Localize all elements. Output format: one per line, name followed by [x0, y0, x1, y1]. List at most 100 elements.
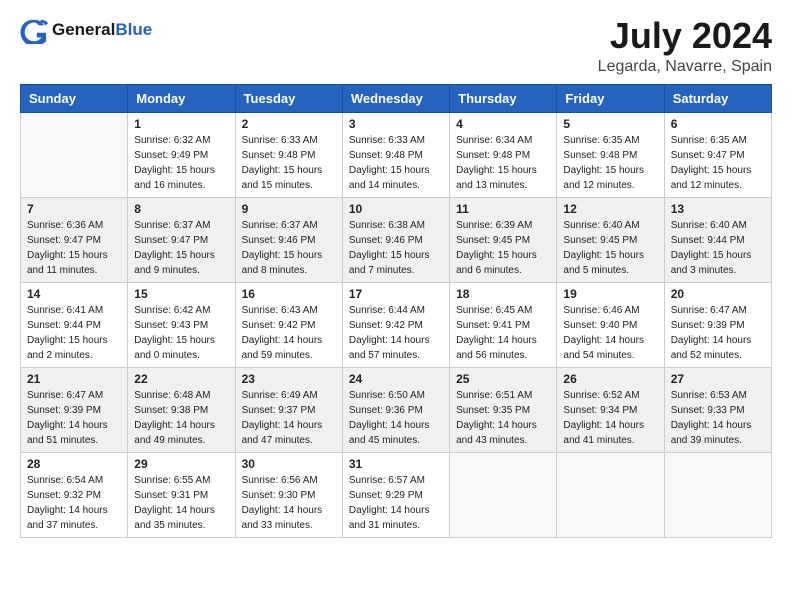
day-number: 10	[349, 202, 443, 216]
table-row: 16 Sunrise: 6:43 AM Sunset: 9:42 PM Dayl…	[235, 282, 342, 367]
table-row: 26 Sunrise: 6:52 AM Sunset: 9:34 PM Dayl…	[557, 367, 664, 452]
logo-icon	[20, 16, 48, 44]
table-row: 10 Sunrise: 6:38 AM Sunset: 9:46 PM Dayl…	[342, 197, 449, 282]
table-row: 22 Sunrise: 6:48 AM Sunset: 9:38 PM Dayl…	[128, 367, 235, 452]
day-sunset: Sunset: 9:45 PM	[563, 235, 637, 246]
day-sunset: Sunset: 9:42 PM	[349, 320, 423, 331]
day-sunrise: Sunrise: 6:47 AM	[671, 305, 747, 316]
day-sunset: Sunset: 9:39 PM	[671, 320, 745, 331]
table-row: 30 Sunrise: 6:56 AM Sunset: 9:30 PM Dayl…	[235, 452, 342, 537]
day-sunset: Sunset: 9:35 PM	[456, 405, 530, 416]
day-sunset: Sunset: 9:48 PM	[563, 150, 637, 161]
day-number: 9	[242, 202, 336, 216]
day-sunrise: Sunrise: 6:37 AM	[242, 220, 318, 231]
day-sunset: Sunset: 9:41 PM	[456, 320, 530, 331]
table-row: 7 Sunrise: 6:36 AM Sunset: 9:47 PM Dayli…	[21, 197, 128, 282]
day-daylight: Daylight: 14 hours and 57 minutes.	[349, 335, 430, 361]
header-friday: Friday	[557, 84, 664, 112]
table-row: 23 Sunrise: 6:49 AM Sunset: 9:37 PM Dayl…	[235, 367, 342, 452]
table-row: 25 Sunrise: 6:51 AM Sunset: 9:35 PM Dayl…	[450, 367, 557, 452]
day-number: 12	[563, 202, 657, 216]
day-number: 15	[134, 287, 228, 301]
day-sunrise: Sunrise: 6:37 AM	[134, 220, 210, 231]
calendar-title: July 2024	[598, 16, 772, 56]
logo: General Blue	[20, 16, 152, 44]
day-number: 31	[349, 457, 443, 471]
day-daylight: Daylight: 14 hours and 33 minutes.	[242, 505, 323, 531]
day-sunset: Sunset: 9:31 PM	[134, 490, 208, 501]
table-row	[450, 452, 557, 537]
day-daylight: Daylight: 15 hours and 7 minutes.	[349, 250, 430, 276]
day-sunset: Sunset: 9:48 PM	[456, 150, 530, 161]
day-daylight: Daylight: 15 hours and 11 minutes.	[27, 250, 108, 276]
header-sunday: Sunday	[21, 84, 128, 112]
table-row: 12 Sunrise: 6:40 AM Sunset: 9:45 PM Dayl…	[557, 197, 664, 282]
table-row: 29 Sunrise: 6:55 AM Sunset: 9:31 PM Dayl…	[128, 452, 235, 537]
day-sunrise: Sunrise: 6:35 AM	[563, 135, 639, 146]
table-row: 14 Sunrise: 6:41 AM Sunset: 9:44 PM Dayl…	[21, 282, 128, 367]
day-sunset: Sunset: 9:49 PM	[134, 150, 208, 161]
day-number: 22	[134, 372, 228, 386]
day-daylight: Daylight: 14 hours and 45 minutes.	[349, 420, 430, 446]
table-row: 1 Sunrise: 6:32 AM Sunset: 9:49 PM Dayli…	[128, 112, 235, 197]
day-daylight: Daylight: 15 hours and 0 minutes.	[134, 335, 215, 361]
day-daylight: Daylight: 15 hours and 16 minutes.	[134, 165, 215, 191]
table-row	[21, 112, 128, 197]
day-sunrise: Sunrise: 6:35 AM	[671, 135, 747, 146]
day-sunset: Sunset: 9:47 PM	[27, 235, 101, 246]
day-sunset: Sunset: 9:32 PM	[27, 490, 101, 501]
table-row: 20 Sunrise: 6:47 AM Sunset: 9:39 PM Dayl…	[664, 282, 771, 367]
day-daylight: Daylight: 15 hours and 3 minutes.	[671, 250, 752, 276]
calendar-header-row: Sunday Monday Tuesday Wednesday Thursday…	[21, 84, 772, 112]
table-row: 11 Sunrise: 6:39 AM Sunset: 9:45 PM Dayl…	[450, 197, 557, 282]
day-sunrise: Sunrise: 6:43 AM	[242, 305, 318, 316]
day-number: 8	[134, 202, 228, 216]
day-daylight: Daylight: 14 hours and 43 minutes.	[456, 420, 537, 446]
day-sunrise: Sunrise: 6:56 AM	[242, 475, 318, 486]
day-number: 2	[242, 117, 336, 131]
header-wednesday: Wednesday	[342, 84, 449, 112]
day-number: 19	[563, 287, 657, 301]
day-sunset: Sunset: 9:43 PM	[134, 320, 208, 331]
day-daylight: Daylight: 14 hours and 51 minutes.	[27, 420, 108, 446]
day-sunrise: Sunrise: 6:45 AM	[456, 305, 532, 316]
day-sunset: Sunset: 9:29 PM	[349, 490, 423, 501]
day-daylight: Daylight: 14 hours and 54 minutes.	[563, 335, 644, 361]
day-number: 11	[456, 202, 550, 216]
calendar-table: Sunday Monday Tuesday Wednesday Thursday…	[20, 84, 772, 538]
day-sunrise: Sunrise: 6:41 AM	[27, 305, 103, 316]
day-number: 1	[134, 117, 228, 131]
day-daylight: Daylight: 15 hours and 12 minutes.	[671, 165, 752, 191]
day-sunset: Sunset: 9:46 PM	[242, 235, 316, 246]
day-sunrise: Sunrise: 6:36 AM	[27, 220, 103, 231]
day-daylight: Daylight: 15 hours and 9 minutes.	[134, 250, 215, 276]
day-number: 24	[349, 372, 443, 386]
day-number: 5	[563, 117, 657, 131]
day-sunrise: Sunrise: 6:38 AM	[349, 220, 425, 231]
calendar-week-row: 28 Sunrise: 6:54 AM Sunset: 9:32 PM Dayl…	[21, 452, 772, 537]
table-row: 27 Sunrise: 6:53 AM Sunset: 9:33 PM Dayl…	[664, 367, 771, 452]
day-sunset: Sunset: 9:47 PM	[671, 150, 745, 161]
day-sunrise: Sunrise: 6:47 AM	[27, 390, 103, 401]
day-sunset: Sunset: 9:36 PM	[349, 405, 423, 416]
day-sunrise: Sunrise: 6:34 AM	[456, 135, 532, 146]
day-sunrise: Sunrise: 6:50 AM	[349, 390, 425, 401]
day-number: 7	[27, 202, 121, 216]
table-row: 4 Sunrise: 6:34 AM Sunset: 9:48 PM Dayli…	[450, 112, 557, 197]
day-daylight: Daylight: 14 hours and 47 minutes.	[242, 420, 323, 446]
day-sunset: Sunset: 9:42 PM	[242, 320, 316, 331]
header-tuesday: Tuesday	[235, 84, 342, 112]
day-sunrise: Sunrise: 6:55 AM	[134, 475, 210, 486]
day-daylight: Daylight: 14 hours and 49 minutes.	[134, 420, 215, 446]
table-row: 31 Sunrise: 6:57 AM Sunset: 9:29 PM Dayl…	[342, 452, 449, 537]
day-sunset: Sunset: 9:48 PM	[242, 150, 316, 161]
day-daylight: Daylight: 15 hours and 6 minutes.	[456, 250, 537, 276]
day-sunrise: Sunrise: 6:40 AM	[671, 220, 747, 231]
table-row: 2 Sunrise: 6:33 AM Sunset: 9:48 PM Dayli…	[235, 112, 342, 197]
title-block: July 2024 Legarda, Navarre, Spain	[598, 16, 772, 76]
day-daylight: Daylight: 15 hours and 13 minutes.	[456, 165, 537, 191]
table-row	[557, 452, 664, 537]
day-number: 23	[242, 372, 336, 386]
day-sunset: Sunset: 9:45 PM	[456, 235, 530, 246]
day-sunrise: Sunrise: 6:40 AM	[563, 220, 639, 231]
